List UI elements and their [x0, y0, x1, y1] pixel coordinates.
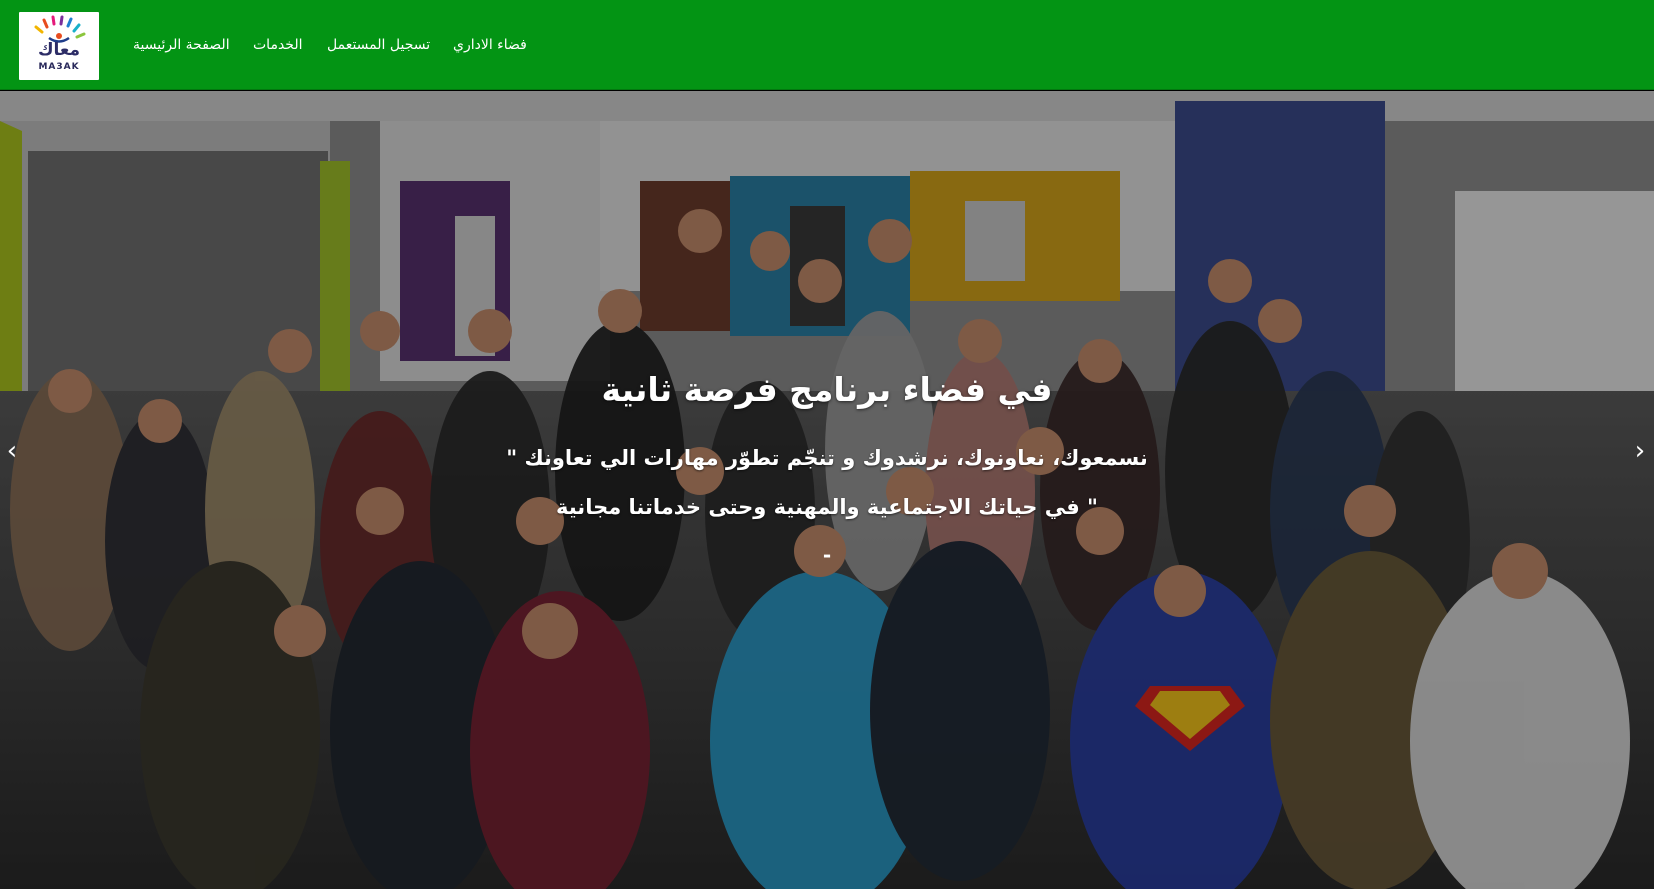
logo-arabic-text: معاك [37, 40, 81, 60]
hero-text-line-1: نسمعوك، نعاونوك، نرشدوك و تنجّم تطوّر مه… [506, 446, 1148, 470]
hero-separator: - [822, 543, 832, 567]
hero-dim-overlay [0, 91, 1654, 889]
hero-title: في فضاء برنامج فرصة ثانية [601, 370, 1053, 409]
carousel-prev-button[interactable]: ‹ [0, 436, 24, 466]
carousel-next-button[interactable]: › [1628, 436, 1652, 466]
nav-services[interactable]: الخدمات [253, 37, 303, 53]
chevron-right-icon: › [1634, 436, 1646, 466]
nav-admin-space[interactable]: فضاء الاداري [453, 37, 527, 53]
nav-user-registration[interactable]: تسجيل المستعمل [327, 37, 430, 53]
hero-text-line-2: " في حياتك الاجتماعية والمهنية وحتى خدما… [556, 495, 1098, 519]
logo-latin-text: MA3AK [38, 62, 80, 72]
nav-home[interactable]: الصفحة الرئيسية [133, 37, 230, 53]
top-navbar: معاك MA3AK الصفحة الرئيسية الخدمات تسجيل… [0, 0, 1654, 90]
site-logo[interactable]: معاك MA3AK [19, 12, 99, 80]
hero-carousel: في فضاء برنامج فرصة ثانية نسمعوك، نعاونو… [0, 91, 1654, 889]
chevron-left-icon: ‹ [6, 436, 18, 466]
